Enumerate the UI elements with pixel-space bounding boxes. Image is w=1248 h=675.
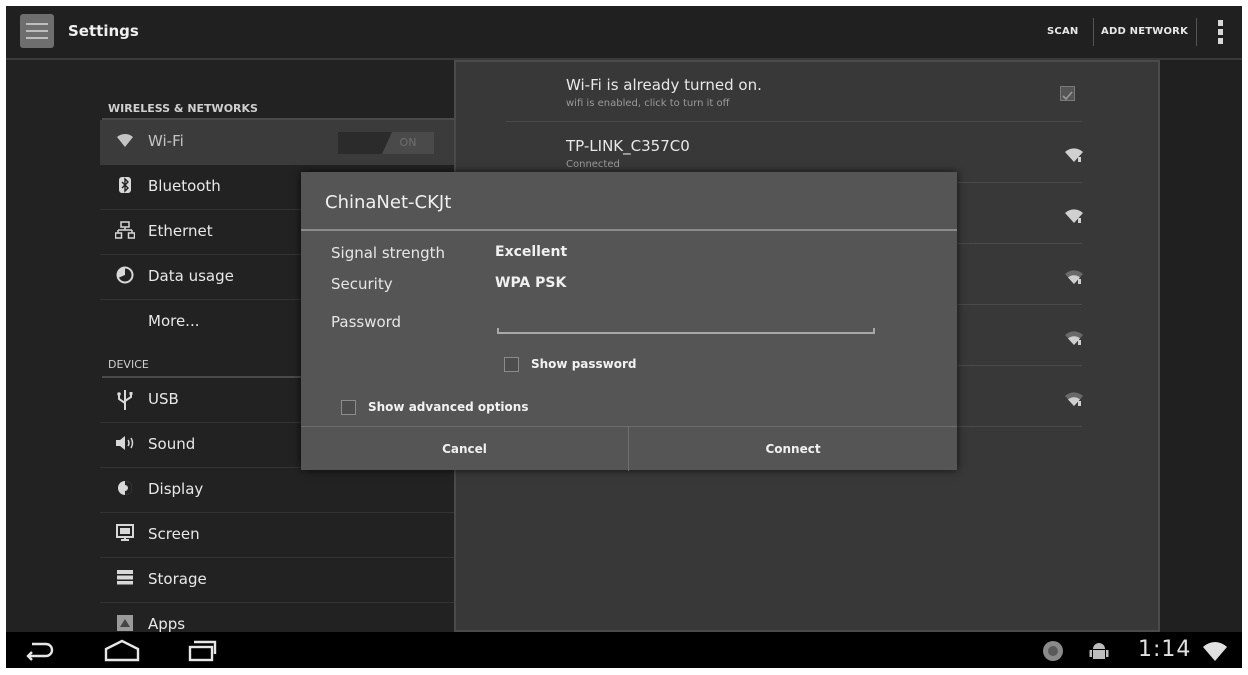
screen-icon bbox=[114, 524, 136, 546]
status-clock[interactable]: 1:14 bbox=[1138, 637, 1191, 662]
dialog-button-bar: Cancel Connect bbox=[301, 426, 957, 471]
settings-app-icon[interactable] bbox=[20, 14, 54, 48]
sidebar-item-wifi[interactable]: Wi-Fi ON bbox=[100, 120, 454, 165]
sidebar-item-label: USB bbox=[148, 390, 179, 408]
screen: Settings SCAN ADD NETWORK WIRELESS & NET… bbox=[6, 6, 1242, 668]
sidebar-item-label: Bluetooth bbox=[148, 177, 221, 195]
wifi-signal-icon bbox=[1064, 391, 1084, 407]
wifi-status-title: Wi-Fi is already turned on. bbox=[566, 76, 762, 94]
sidebar-item-display[interactable]: Display bbox=[100, 468, 454, 513]
sidebar-item-apps[interactable]: Apps bbox=[100, 603, 454, 632]
wifi-icon bbox=[114, 131, 136, 153]
notification-app-icon[interactable] bbox=[1042, 640, 1064, 666]
security-value: WPA PSK bbox=[495, 275, 567, 291]
show-advanced-label[interactable]: Show advanced options bbox=[368, 400, 528, 414]
show-advanced-checkbox[interactable] bbox=[341, 400, 356, 415]
ethernet-icon bbox=[114, 221, 136, 243]
add-network-button[interactable]: ADD NETWORK bbox=[1101, 26, 1188, 37]
password-label: Password bbox=[331, 313, 402, 331]
wifi-signal-icon bbox=[1064, 330, 1084, 346]
app-title: Settings bbox=[68, 22, 139, 40]
action-separator bbox=[1196, 18, 1197, 46]
bluetooth-icon bbox=[114, 176, 136, 198]
right-margin bbox=[1160, 60, 1242, 632]
wifi-status-row[interactable]: Wi-Fi is already turned on. wifi is enab… bbox=[506, 62, 1134, 122]
home-icon[interactable] bbox=[102, 638, 142, 666]
security-label: Security bbox=[331, 275, 393, 293]
wifi-status-icon bbox=[1202, 642, 1228, 666]
display-icon bbox=[114, 479, 136, 501]
sidebar-item-screen[interactable]: Screen bbox=[100, 513, 454, 558]
sound-icon bbox=[114, 434, 136, 456]
wifi-enabled-checkbox[interactable] bbox=[1060, 86, 1075, 101]
toggle-on-label: ON bbox=[382, 132, 434, 154]
action-bar: Settings SCAN ADD NETWORK bbox=[6, 6, 1242, 60]
sidebar-item-label: Screen bbox=[148, 525, 200, 543]
wifi-toggle[interactable]: ON bbox=[338, 132, 434, 154]
android-debug-icon[interactable] bbox=[1089, 640, 1109, 666]
signal-strength-value: Excellent bbox=[495, 244, 568, 260]
apps-icon bbox=[114, 614, 136, 632]
scan-button[interactable]: SCAN bbox=[1047, 26, 1078, 37]
sidebar-item-label: Sound bbox=[148, 435, 196, 453]
sidebar-item-label: Wi-Fi bbox=[148, 132, 184, 150]
data-usage-icon bbox=[114, 266, 136, 288]
wifi-signal-icon bbox=[1064, 269, 1084, 285]
overflow-menu-icon[interactable] bbox=[1218, 20, 1224, 46]
sidebar-item-label: Apps bbox=[148, 615, 186, 632]
recent-apps-icon[interactable] bbox=[184, 638, 218, 666]
dialog-title-divider bbox=[301, 229, 957, 231]
usb-icon bbox=[114, 389, 136, 411]
sidebar-item-label: Storage bbox=[148, 570, 207, 588]
category-wireless: WIRELESS & NETWORKS bbox=[108, 102, 258, 115]
action-separator bbox=[1093, 18, 1094, 46]
sidebar-item-label: More... bbox=[148, 312, 200, 330]
wifi-signal-icon bbox=[1064, 208, 1084, 224]
show-password-checkbox[interactable] bbox=[504, 357, 519, 372]
sidebar-item-label: Ethernet bbox=[148, 222, 213, 240]
signal-strength-label: Signal strength bbox=[331, 244, 446, 262]
show-password-label[interactable]: Show password bbox=[531, 357, 637, 371]
password-underline bbox=[497, 328, 875, 334]
back-icon[interactable] bbox=[22, 638, 56, 666]
cancel-button[interactable]: Cancel bbox=[301, 427, 628, 471]
password-input[interactable] bbox=[499, 312, 877, 334]
network-name: TP-LINK_C357C0 bbox=[566, 137, 690, 155]
connect-button[interactable]: Connect bbox=[629, 427, 957, 471]
wifi-connect-dialog: ChinaNet-CKJt Signal strength Excellent … bbox=[301, 172, 957, 471]
category-device: DEVICE bbox=[108, 358, 149, 371]
network-status: Connected bbox=[566, 159, 620, 170]
sidebar-item-storage[interactable]: Storage bbox=[100, 558, 454, 603]
sidebar-item-label: Data usage bbox=[148, 267, 234, 285]
dialog-title: ChinaNet-CKJt bbox=[325, 192, 452, 213]
storage-icon bbox=[114, 569, 136, 591]
wifi-signal-icon bbox=[1064, 147, 1084, 163]
system-nav-bar: 1:14 bbox=[6, 632, 1242, 668]
sidebar-item-label: Display bbox=[148, 480, 204, 498]
wifi-status-subtitle: wifi is enabled, click to turn it off bbox=[566, 98, 730, 109]
